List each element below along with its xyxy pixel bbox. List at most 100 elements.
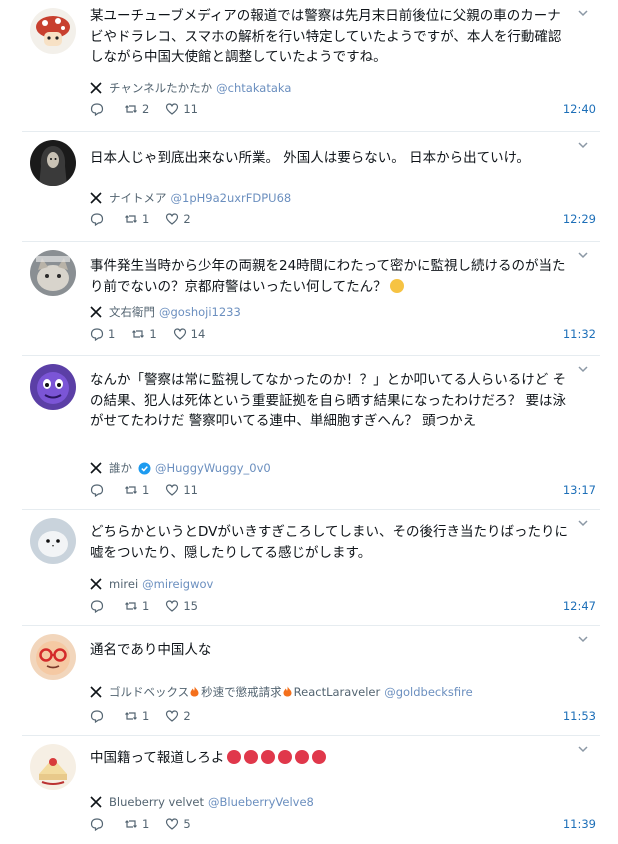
like-button[interactable]: 11 (165, 483, 198, 497)
post-author: mirei @mireigwov (90, 576, 213, 592)
post-time[interactable]: 11:53 (563, 709, 596, 723)
retweet-count: 1 (149, 327, 157, 341)
reply-icon (90, 328, 104, 341)
author-handle[interactable]: @1pH9a2uxrFDPU68 (171, 191, 292, 205)
post: どちらかというとDVがいきすぎころしてしまい、その後行き当たりばったりに嘘をつい… (22, 510, 600, 626)
post-actions: 1 2 12:29 (90, 211, 596, 227)
post-text: 某ユーチューブメディアの報道では警察は先月末日前後位に父親の車のカーナビやドラレ… (90, 8, 562, 65)
retweet-button[interactable]: 1 (131, 327, 157, 341)
more-options-icon[interactable] (576, 138, 590, 152)
post-author: 誰か @HuggyWuggy_0v0 (90, 460, 271, 476)
fire-emoji-icon (283, 686, 292, 697)
post-time[interactable]: 12:29 (563, 212, 596, 226)
like-count: 11 (183, 102, 198, 116)
retweet-button[interactable]: 1 (124, 212, 149, 226)
angry-face-emoji-icon (244, 750, 259, 764)
author-name[interactable]: チャンネルたかたか (109, 80, 212, 96)
post: 中国籍って報道しろよ Blueberry velvet @BlueberryVe… (22, 736, 600, 844)
post: 某ユーチューブメディアの報道では警察は先月末日前後位に父親の車のカーナビやドラレ… (22, 0, 600, 132)
heart-icon (166, 710, 179, 722)
reply-icon (90, 818, 104, 831)
author-name[interactable]: ゴルドベックス 秒速で懲戒請求 ReactLaraveler (109, 684, 380, 700)
reply-button[interactable] (90, 709, 108, 723)
heart-icon (166, 600, 179, 612)
like-count: 5 (183, 817, 191, 831)
more-options-icon[interactable] (576, 742, 590, 756)
author-name[interactable]: Blueberry velvet (109, 795, 204, 809)
retweet-icon (125, 215, 137, 223)
post-time[interactable]: 13:17 (563, 483, 596, 497)
author-handle[interactable]: @mireigwov (142, 577, 213, 591)
like-count: 14 (190, 327, 206, 341)
reply-icon (90, 213, 104, 226)
author-handle[interactable]: @HuggyWuggy_0v0 (155, 461, 271, 475)
retweet-icon (132, 330, 145, 338)
more-options-icon[interactable] (576, 632, 590, 646)
author-handle[interactable]: @goldbecksfire (384, 685, 472, 699)
like-button[interactable]: 2 (165, 212, 191, 226)
dark-figure-avatar[interactable] (30, 140, 76, 186)
reply-button[interactable] (90, 102, 108, 116)
post-time[interactable]: 12:47 (563, 599, 596, 613)
retweet-icon (125, 105, 137, 113)
author-handle[interactable]: @chtakataka (216, 81, 291, 95)
glasses-face-avatar[interactable] (30, 634, 76, 680)
more-options-icon[interactable] (576, 362, 590, 376)
reply-button[interactable]: 1 (90, 327, 115, 341)
retweet-icon (125, 486, 137, 494)
like-count: 11 (183, 483, 198, 497)
angry-face-emoji-icon (227, 750, 242, 764)
author-name[interactable]: ナイトメア (109, 190, 167, 206)
author-name[interactable]: 誰か (109, 460, 132, 476)
purple-character-avatar[interactable] (30, 364, 76, 410)
retweet-count: 1 (142, 709, 150, 723)
post-time[interactable]: 11:32 (563, 327, 596, 341)
retweet-button[interactable]: 2 (124, 102, 149, 116)
more-options-icon[interactable] (576, 6, 590, 20)
retweet-button[interactable]: 1 (124, 483, 149, 497)
post-author: Blueberry velvet @BlueberryVelve8 (90, 794, 314, 810)
like-button[interactable]: 2 (165, 709, 191, 723)
mushroom-avatar[interactable] (30, 8, 76, 54)
like-button[interactable]: 5 (165, 817, 191, 831)
like-button[interactable]: 14 (173, 327, 206, 341)
author-name[interactable]: 文右衛門 (109, 304, 155, 320)
like-button[interactable]: 15 (165, 599, 198, 613)
cat-avatar[interactable] (30, 250, 76, 296)
author-handle[interactable]: @goshoji1233 (159, 305, 241, 319)
retweet-count: 1 (142, 817, 150, 831)
like-button[interactable]: 11 (165, 102, 198, 116)
x-logo-icon (90, 462, 102, 474)
x-logo-icon (90, 192, 102, 204)
eye-roll-emoji-icon (389, 278, 404, 293)
reply-button[interactable] (90, 817, 108, 831)
like-count: 2 (183, 212, 191, 226)
more-options-icon[interactable] (576, 516, 590, 530)
post-actions: 1 2 11:53 (90, 708, 596, 724)
retweet-count: 1 (142, 599, 150, 613)
post-time[interactable]: 12:40 (563, 102, 596, 116)
post-actions: 2 11 12:40 (90, 101, 596, 117)
heart-icon (173, 328, 186, 340)
retweet-button[interactable]: 1 (124, 599, 149, 613)
reply-button[interactable] (90, 483, 108, 497)
reply-button[interactable] (90, 599, 108, 613)
cake-avatar[interactable] (30, 744, 76, 790)
author-name[interactable]: mirei (109, 577, 138, 591)
post-text-content: 事件発生当時から少年の両親を24時間にわたって密かに監視し続けるのが当たり前でな… (90, 258, 566, 295)
reply-button[interactable] (90, 212, 108, 226)
retweet-button[interactable]: 1 (124, 709, 149, 723)
angry-face-emoji-icon (312, 750, 327, 764)
post-text: なんか「警察は常に監視してなかったのか！？」とか叩いてる人らいるけど その結果、… (90, 372, 566, 429)
angry-face-emoji-icon (295, 750, 310, 764)
post-actions: 1 1 14 11:32 (90, 326, 596, 342)
verified-badge-icon (138, 462, 151, 475)
angry-face-emoji-icon (261, 750, 276, 764)
bird-avatar[interactable] (30, 518, 76, 564)
post-time[interactable]: 11:39 (563, 817, 596, 831)
author-handle[interactable]: @BlueberryVelve8 (208, 795, 314, 809)
more-options-icon[interactable] (576, 248, 590, 262)
author-name-part: 秒速で懲戒請求 (201, 685, 282, 699)
retweet-button[interactable]: 1 (124, 817, 149, 831)
post: なんか「警察は常に監視してなかったのか！？」とか叩いてる人らいるけど その結果、… (22, 356, 600, 510)
